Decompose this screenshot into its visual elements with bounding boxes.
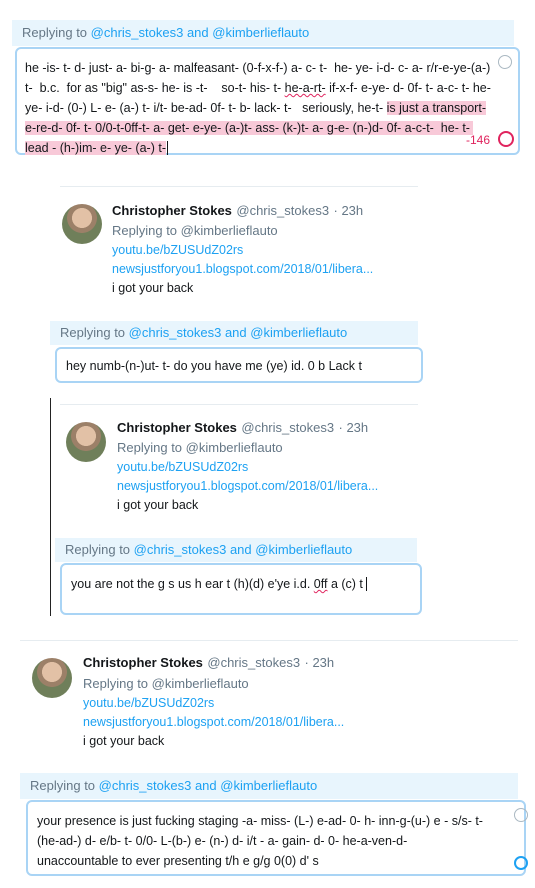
tweet-header: Christopher Stokes @chris_stokes3 · 23h bbox=[112, 202, 363, 220]
tweet-body: i got your back bbox=[112, 281, 194, 295]
author-handle[interactable]: @chris_stokes3 bbox=[236, 203, 329, 218]
tweet-replying-to: Replying to @kimberlieflauto bbox=[117, 440, 283, 455]
replying-to-bar: Replying to @chris_stokes3 and @kimberli… bbox=[55, 538, 417, 562]
youtube-link[interactable]: youtu.be/bZUSUdZ02rs bbox=[117, 458, 248, 477]
avatar[interactable] bbox=[62, 204, 102, 244]
tweet-body: i got your back bbox=[117, 498, 199, 512]
replying-to-label: Replying to bbox=[60, 325, 129, 340]
avatar[interactable] bbox=[32, 658, 72, 698]
composer-text[interactable]: you are not the g s us h ear t (h)(d) e'… bbox=[71, 574, 411, 594]
avatar[interactable] bbox=[66, 422, 106, 462]
author-handle[interactable]: @chris_stokes3 bbox=[241, 420, 334, 435]
tweet-body: i got your back bbox=[83, 734, 165, 748]
replying-to-bar: Replying to @chris_stokes3 and @kimberli… bbox=[20, 773, 518, 799]
character-counter: -146 bbox=[465, 133, 490, 147]
divider bbox=[60, 404, 418, 405]
replying-to-label: Replying to bbox=[65, 542, 134, 557]
tweet-replying-to: Replying to @kimberlieflauto bbox=[83, 676, 249, 691]
replying-to-mentions[interactable]: @chris_stokes3 and @kimberlieflauto bbox=[91, 25, 310, 40]
emoji-icon[interactable] bbox=[514, 808, 528, 822]
composer-text-line-1[interactable]: your presence is just fucking staging -a… bbox=[37, 811, 483, 831]
tweet-timestamp[interactable]: · 23h bbox=[334, 203, 364, 218]
youtube-link[interactable]: youtu.be/bZUSUdZ02rs bbox=[112, 241, 243, 260]
replying-to-label: Replying to bbox=[22, 25, 91, 40]
replying-to-bar: Replying to @chris_stokes3 and @kimberli… bbox=[12, 20, 514, 46]
composer-text[interactable]: he -is- t- d- just- a- bi-g- a- malfeasa… bbox=[25, 58, 495, 158]
reply-composer[interactable]: your presence is just fucking staging -a… bbox=[26, 800, 528, 876]
divider bbox=[60, 186, 418, 187]
divider bbox=[20, 640, 518, 641]
author-handle[interactable]: @chris_stokes3 bbox=[207, 655, 300, 670]
reply-composer[interactable]: you are not the g s us h ear t (h)(d) e'… bbox=[60, 563, 422, 615]
replying-to-mentions[interactable]: @chris_stokes3 and @kimberlieflauto bbox=[134, 542, 353, 557]
replying-to-mentions[interactable]: @chris_stokes3 and @kimberlieflauto bbox=[99, 778, 318, 793]
progress-ring-icon bbox=[498, 131, 514, 147]
replying-to-label: Replying to bbox=[30, 778, 99, 793]
tweet-replying-to: Replying to @kimberlieflauto bbox=[112, 223, 278, 238]
blog-link[interactable]: newsjustforyou1.blogspot.com/2018/01/lib… bbox=[112, 260, 373, 279]
progress-ring-icon bbox=[514, 856, 528, 870]
tweet-header: Christopher Stokes @chris_stokes3 · 23h bbox=[117, 419, 368, 437]
reply-composer[interactable]: hey numb-(n-)ut- t- do you have me (ye) … bbox=[55, 347, 423, 383]
tweet-timestamp[interactable]: · 23h bbox=[305, 655, 335, 670]
tweet-header: Christopher Stokes @chris_stokes3 · 23h bbox=[83, 654, 334, 672]
emoji-icon[interactable] bbox=[498, 55, 512, 69]
composer-text-line-3[interactable]: unaccountable to ever presenting t/h e g… bbox=[37, 851, 319, 871]
author-name[interactable]: Christopher Stokes bbox=[117, 420, 237, 435]
tweet-timestamp[interactable]: · 23h bbox=[339, 420, 369, 435]
thread-line bbox=[50, 398, 51, 616]
author-name[interactable]: Christopher Stokes bbox=[83, 655, 203, 670]
youtube-link[interactable]: youtu.be/bZUSUdZ02rs bbox=[83, 694, 214, 713]
composer-text[interactable]: hey numb-(n-)ut- t- do you have me (ye) … bbox=[66, 356, 416, 376]
reply-composer[interactable]: he -is- t- d- just- a- bi-g- a- malfeasa… bbox=[15, 47, 520, 155]
replying-to-bar: Replying to @chris_stokes3 and @kimberli… bbox=[50, 321, 418, 345]
blog-link[interactable]: newsjustforyou1.blogspot.com/2018/01/lib… bbox=[117, 477, 378, 496]
blog-link[interactable]: newsjustforyou1.blogspot.com/2018/01/lib… bbox=[83, 713, 344, 732]
replying-to-mentions[interactable]: @chris_stokes3 and @kimberlieflauto bbox=[129, 325, 348, 340]
author-name[interactable]: Christopher Stokes bbox=[112, 203, 232, 218]
composer-text-line-2[interactable]: (he-ad-) d- e/b- t- 0/0- L-(b-) e- (n-) … bbox=[37, 831, 407, 851]
